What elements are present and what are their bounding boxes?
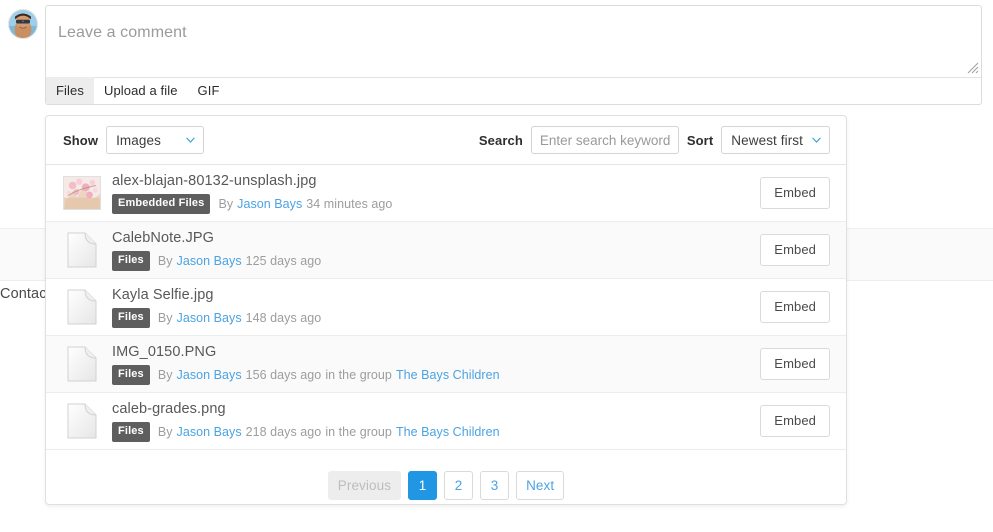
sort-label: Sort xyxy=(686,132,714,148)
row-body: CalebNote.JPG Files By Jason Bays 125 da… xyxy=(112,229,760,271)
row-body: caleb-grades.png Files By Jason Bays 218… xyxy=(112,400,760,442)
background-contact-label: Contact xyxy=(0,286,51,302)
user-avatar xyxy=(8,9,38,39)
status-badge: Embedded Files xyxy=(112,193,211,214)
file-name[interactable]: IMG_0150.PNG xyxy=(112,343,760,361)
composer-tabs: Files Upload a file GIF xyxy=(46,77,230,104)
search-sort-group: Search Sort Newest first xyxy=(479,126,830,154)
tab-gif-label: GIF xyxy=(197,83,220,98)
resize-grip-icon[interactable] xyxy=(967,62,979,74)
timestamp: 156 days ago xyxy=(245,367,322,382)
by-label: By xyxy=(157,310,173,325)
file-meta: Embedded Files By Jason Bays 34 minutes … xyxy=(112,193,760,214)
tab-upload-a-file-label: Upload a file xyxy=(103,83,178,98)
comment-placeholder: Leave a comment xyxy=(58,24,187,41)
attachments-panel: Show Images Search Sort Newest first xyxy=(45,115,847,505)
table-row[interactable]: caleb-grades.png Files By Jason Bays 218… xyxy=(46,393,846,450)
group-prefix: in the group xyxy=(325,367,392,382)
author-link[interactable]: Jason Bays xyxy=(177,368,242,382)
embed-button[interactable]: Embed xyxy=(760,177,830,209)
by-label: By xyxy=(157,253,173,268)
table-row[interactable]: Kayla Selfie.jpg Files By Jason Bays 148… xyxy=(46,279,846,336)
show-label: Show xyxy=(63,132,99,148)
document-file-icon xyxy=(67,346,97,382)
comment-composer: Leave a comment Files Upload a file GIF xyxy=(45,5,982,105)
author-link[interactable]: Jason Bays xyxy=(177,311,242,325)
document-file-icon xyxy=(67,403,97,439)
filter-bar: Show Images Search Sort Newest first xyxy=(46,116,846,165)
embed-button[interactable]: Embed xyxy=(760,234,830,266)
cherry-blossom-thumbnail-image xyxy=(64,177,100,209)
image-thumbnail xyxy=(63,174,101,212)
file-name[interactable]: Kayla Selfie.jpg xyxy=(112,286,760,304)
row-body: IMG_0150.PNG Files By Jason Bays 156 day… xyxy=(112,343,760,385)
pagination-next[interactable]: Next xyxy=(516,471,565,500)
file-icon xyxy=(63,345,101,383)
file-icon xyxy=(63,288,101,326)
author-link[interactable]: Jason Bays xyxy=(177,254,242,268)
table-row[interactable]: CalebNote.JPG Files By Jason Bays 125 da… xyxy=(46,222,846,279)
author-link[interactable]: Jason Bays xyxy=(237,197,302,211)
timestamp: 218 days ago xyxy=(245,424,322,439)
document-file-icon xyxy=(67,289,97,325)
file-icon xyxy=(63,402,101,440)
by-label: By xyxy=(157,424,173,439)
status-badge: Files xyxy=(112,364,150,385)
status-badge: Files xyxy=(112,250,150,271)
timestamp: 34 minutes ago xyxy=(306,196,393,211)
timestamp: 125 days ago xyxy=(245,253,322,268)
show-select[interactable]: Images xyxy=(106,126,205,154)
tab-upload-a-file[interactable]: Upload a file xyxy=(94,77,188,104)
table-row[interactable]: alex-blajan-80132-unsplash.jpg Embedded … xyxy=(46,165,846,222)
show-filter-group: Show Images xyxy=(63,126,205,154)
status-badge: Files xyxy=(112,421,150,442)
pagination-page-3[interactable]: 3 xyxy=(480,471,510,500)
show-select-value: Images xyxy=(116,132,161,148)
sort-select-value: Newest first xyxy=(731,132,803,148)
tab-files[interactable]: Files xyxy=(46,77,94,104)
file-list: alex-blajan-80132-unsplash.jpg Embedded … xyxy=(46,165,846,450)
tab-files-label: Files xyxy=(56,83,84,98)
table-row[interactable]: IMG_0150.PNG Files By Jason Bays 156 day… xyxy=(46,336,846,393)
by-label: By xyxy=(218,196,234,211)
chevron-down-icon xyxy=(812,137,821,143)
row-body: alex-blajan-80132-unsplash.jpg Embedded … xyxy=(112,172,760,214)
by-label: By xyxy=(157,367,173,382)
group-link[interactable]: The Bays Children xyxy=(396,425,500,439)
comment-textarea[interactable]: Leave a comment xyxy=(46,6,981,78)
file-meta: Files By Jason Bays 125 days ago xyxy=(112,250,760,271)
file-meta: Files By Jason Bays 218 days ago in the … xyxy=(112,421,760,442)
file-meta: Files By Jason Bays 156 days ago in the … xyxy=(112,364,760,385)
document-file-icon xyxy=(67,232,97,268)
group-link[interactable]: The Bays Children xyxy=(396,368,500,382)
pagination-previous: Previous xyxy=(327,471,402,500)
file-meta: Files By Jason Bays 148 days ago xyxy=(112,307,760,328)
tab-gif[interactable]: GIF xyxy=(188,77,230,104)
chevron-down-icon xyxy=(186,137,195,143)
sort-select[interactable]: Newest first xyxy=(721,126,830,154)
file-name[interactable]: CalebNote.JPG xyxy=(112,229,760,247)
file-icon xyxy=(63,231,101,269)
group-prefix: in the group xyxy=(325,424,392,439)
row-body: Kayla Selfie.jpg Files By Jason Bays 148… xyxy=(112,286,760,328)
timestamp: 148 days ago xyxy=(245,310,322,325)
pagination-page-1: 1 xyxy=(408,471,438,500)
author-link[interactable]: Jason Bays xyxy=(177,425,242,439)
embed-button[interactable]: Embed xyxy=(760,291,830,323)
search-input[interactable] xyxy=(530,126,679,154)
embed-button[interactable]: Embed xyxy=(760,405,830,437)
embed-button[interactable]: Embed xyxy=(760,348,830,380)
search-label: Search xyxy=(478,132,523,148)
pagination: Previous 1 2 3 Next xyxy=(46,450,846,504)
avatar-image xyxy=(9,10,37,38)
file-name[interactable]: alex-blajan-80132-unsplash.jpg xyxy=(112,172,760,190)
status-badge: Files xyxy=(112,307,150,328)
file-name[interactable]: caleb-grades.png xyxy=(112,400,760,418)
pagination-page-2[interactable]: 2 xyxy=(444,471,474,500)
